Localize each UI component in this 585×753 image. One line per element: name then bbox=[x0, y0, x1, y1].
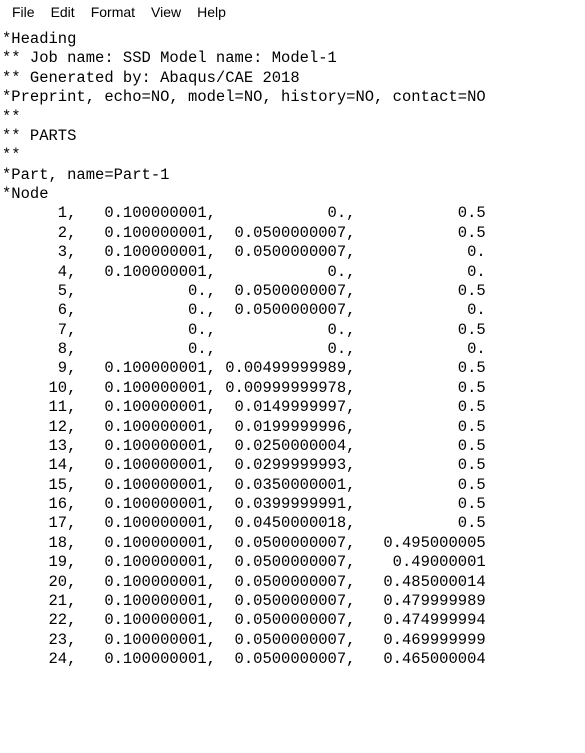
text-line: ** bbox=[2, 108, 583, 127]
node-row: 17, 0.100000001, 0.0450000018, 0.5 bbox=[2, 514, 583, 533]
node-row: 16, 0.100000001, 0.0399999991, 0.5 bbox=[2, 495, 583, 514]
node-row: 12, 0.100000001, 0.0199999996, 0.5 bbox=[2, 418, 583, 437]
node-row: 3, 0.100000001, 0.0500000007, 0. bbox=[2, 243, 583, 262]
node-row: 6, 0., 0.0500000007, 0. bbox=[2, 301, 583, 320]
text-line: ** Job name: SSD Model name: Model-1 bbox=[2, 49, 583, 68]
menu-file[interactable]: File bbox=[4, 2, 43, 22]
node-row: 23, 0.100000001, 0.0500000007, 0.4699999… bbox=[2, 631, 583, 650]
menu-format[interactable]: Format bbox=[83, 2, 143, 22]
node-row: 5, 0., 0.0500000007, 0.5 bbox=[2, 282, 583, 301]
node-row: 9, 0.100000001, 0.00499999989, 0.5 bbox=[2, 359, 583, 378]
menu-help[interactable]: Help bbox=[189, 2, 234, 22]
menu-view[interactable]: View bbox=[143, 2, 189, 22]
text-line: *Part, name=Part-1 bbox=[2, 166, 583, 185]
node-row: 11, 0.100000001, 0.0149999997, 0.5 bbox=[2, 398, 583, 417]
node-row: 7, 0., 0., 0.5 bbox=[2, 321, 583, 340]
node-row: 24, 0.100000001, 0.0500000007, 0.4650000… bbox=[2, 650, 583, 669]
text-content[interactable]: *Heading** Job name: SSD Model name: Mod… bbox=[0, 26, 585, 669]
node-row: 22, 0.100000001, 0.0500000007, 0.4749999… bbox=[2, 611, 583, 630]
node-row: 15, 0.100000001, 0.0350000001, 0.5 bbox=[2, 476, 583, 495]
node-row: 2, 0.100000001, 0.0500000007, 0.5 bbox=[2, 224, 583, 243]
menubar: File Edit Format View Help bbox=[0, 0, 585, 26]
text-line: *Preprint, echo=NO, model=NO, history=NO… bbox=[2, 88, 583, 107]
text-line: *Heading bbox=[2, 30, 583, 49]
node-row: 10, 0.100000001, 0.00999999978, 0.5 bbox=[2, 379, 583, 398]
text-line: ** bbox=[2, 146, 583, 165]
text-line: *Node bbox=[2, 185, 583, 204]
text-line: ** PARTS bbox=[2, 127, 583, 146]
node-row: 14, 0.100000001, 0.0299999993, 0.5 bbox=[2, 456, 583, 475]
node-row: 18, 0.100000001, 0.0500000007, 0.4950000… bbox=[2, 534, 583, 553]
node-row: 13, 0.100000001, 0.0250000004, 0.5 bbox=[2, 437, 583, 456]
node-row: 21, 0.100000001, 0.0500000007, 0.4799999… bbox=[2, 592, 583, 611]
node-row: 19, 0.100000001, 0.0500000007, 0.4900000… bbox=[2, 553, 583, 572]
node-row: 8, 0., 0., 0. bbox=[2, 340, 583, 359]
node-row: 1, 0.100000001, 0., 0.5 bbox=[2, 204, 583, 223]
menu-edit[interactable]: Edit bbox=[43, 2, 83, 22]
node-row: 20, 0.100000001, 0.0500000007, 0.4850000… bbox=[2, 573, 583, 592]
node-row: 4, 0.100000001, 0., 0. bbox=[2, 263, 583, 282]
text-line: ** Generated by: Abaqus/CAE 2018 bbox=[2, 69, 583, 88]
